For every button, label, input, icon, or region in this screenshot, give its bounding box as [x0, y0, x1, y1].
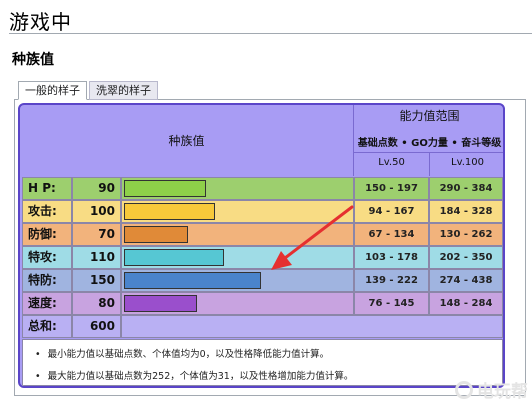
base-stat-header: 种族值	[20, 105, 354, 176]
tab-hisui-form[interactable]: 洗翠的样子	[89, 81, 158, 100]
section-title: 游戏中	[9, 10, 72, 34]
lv50-header: Lv.50	[378, 157, 405, 168]
stat-range-lv100: 274 - 438	[429, 269, 503, 292]
subsection-title: 种族值	[12, 52, 54, 68]
stat-value: 150	[72, 269, 121, 292]
stat-value: 100	[72, 200, 121, 223]
stat-bar-cell	[121, 177, 354, 200]
section-divider	[9, 33, 532, 34]
total-label: 总和:	[22, 315, 72, 338]
stat-range-lv100: 148 - 284	[429, 292, 503, 315]
note-min: 最小能力值以基础点数、个体值均为0，以及性格降低能力值计算。	[35, 344, 502, 366]
stat-value: 90	[72, 177, 121, 200]
stat-bar	[124, 249, 224, 266]
stat-value: 110	[72, 246, 121, 269]
stat-bar-cell	[121, 223, 354, 246]
stat-range-lv100: 290 - 384	[429, 177, 503, 200]
stat-bar	[124, 295, 197, 312]
base-stats-table: 种族值 能力值范围 基础点数 • GO力量 • 奋斗等级 Lv.50 Lv.10…	[18, 103, 505, 388]
stat-name: 防御:	[22, 223, 72, 246]
stat-range-lv50: 150 - 197	[354, 177, 429, 200]
stat-bar-cell	[121, 200, 354, 223]
stat-range-lv100: 130 - 262	[429, 223, 503, 246]
stat-range-lv50: 139 - 222	[354, 269, 429, 292]
stat-row: H P: 90 150 - 197 290 - 384	[22, 177, 503, 200]
stat-name: 速度:	[22, 292, 72, 315]
tab-normal-form[interactable]: 一般的样子	[18, 81, 87, 100]
stat-range-subheader: 基础点数 • GO力量 • 奋斗等级	[357, 138, 502, 149]
stat-bar	[124, 203, 215, 220]
stat-range-lv100: 202 - 350	[429, 246, 503, 269]
stat-row: 特攻: 110 103 - 178 202 - 350	[22, 246, 503, 269]
watermark-logo-icon	[455, 380, 473, 399]
stat-value: 70	[72, 223, 121, 246]
lv100-header: Lv.100	[451, 157, 484, 168]
stat-bar-cell	[121, 246, 354, 269]
stat-row: 特防: 150 139 - 222 274 - 438	[22, 269, 503, 292]
stat-range-header: 能力值范围	[399, 109, 460, 123]
stat-row: 防御: 70 67 - 134 130 - 262	[22, 223, 503, 246]
watermark-text: 电玩帮	[477, 382, 528, 402]
watermark: 电玩帮	[455, 377, 528, 402]
stat-range-lv100: 184 - 328	[429, 200, 503, 223]
stat-name: 特攻:	[22, 246, 72, 269]
stat-row: 速度: 80 76 - 145 148 - 284	[22, 292, 503, 315]
stat-bar	[124, 226, 188, 243]
stat-bar	[124, 272, 261, 289]
stat-value: 80	[72, 292, 121, 315]
stat-name: 攻击:	[22, 200, 72, 223]
total-value: 600	[72, 315, 121, 338]
stat-bar	[124, 180, 206, 197]
stat-range-lv50: 94 - 167	[354, 200, 429, 223]
total-row: 总和: 600	[22, 315, 503, 338]
notes: 最小能力值以基础点数、个体值均为0，以及性格降低能力值计算。 最大能力值以基础点…	[22, 339, 503, 386]
form-tabs: 一般的样子 洗翠的样子	[18, 81, 160, 100]
stat-range-lv50: 76 - 145	[354, 292, 429, 315]
stat-name: 特防:	[22, 269, 72, 292]
stat-name: H P:	[22, 177, 72, 200]
stat-range-lv50: 103 - 178	[354, 246, 429, 269]
stat-row: 攻击: 100 94 - 167 184 - 328	[22, 200, 503, 223]
total-empty-cell	[121, 315, 503, 338]
stat-bar-cell	[121, 292, 354, 315]
stat-bar-cell	[121, 269, 354, 292]
note-max: 最大能力值以基础点数为252，个体值为31，以及性格增加能力值计算。	[35, 366, 502, 386]
stat-range-lv50: 67 - 134	[354, 223, 429, 246]
